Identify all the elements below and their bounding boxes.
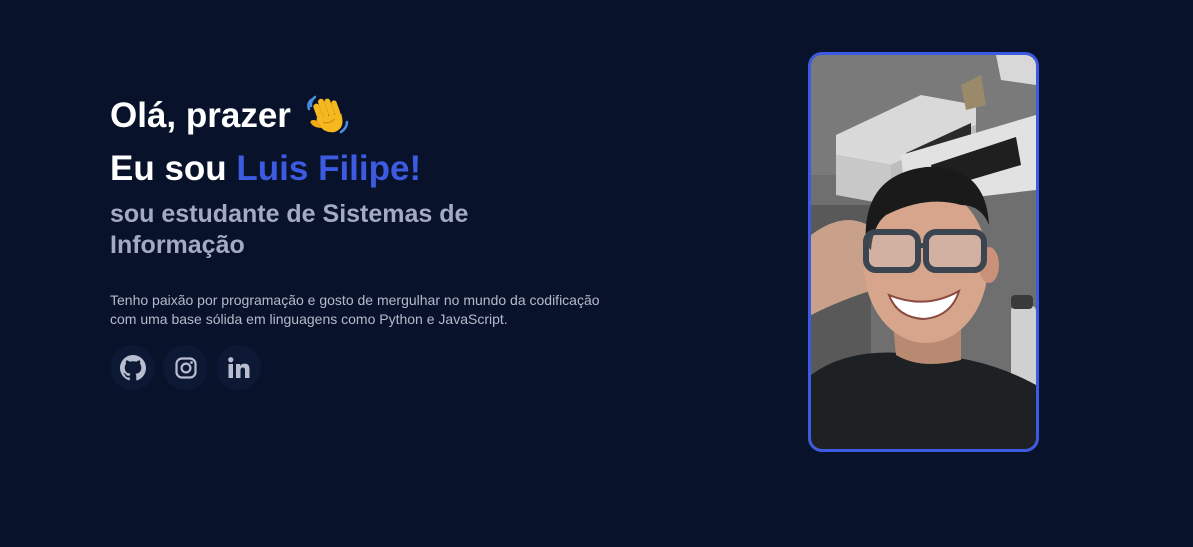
owner-name: Luis Filipe! <box>236 149 422 188</box>
github-link[interactable] <box>110 345 155 390</box>
profile-photo <box>808 52 1039 452</box>
linkedin-icon <box>227 356 249 378</box>
intro-heading: Eu sou Luis Filipe! <box>110 145 630 193</box>
greeting-heading: Olá, prazer <box>110 92 630 140</box>
greeting-text: Olá, prazer <box>110 96 291 135</box>
social-links <box>110 345 630 390</box>
github-icon <box>119 354 146 380</box>
instagram-icon <box>174 356 197 379</box>
headline-prefix: Eu sou <box>110 149 237 188</box>
subtitle: sou estudante de Sistemas de Informação <box>110 200 469 259</box>
linkedin-link[interactable] <box>216 345 261 390</box>
hero-section: Olá, prazer Eu sou Luis Filipe! sou estu… <box>110 92 630 390</box>
profile-photo-illustration <box>811 55 1036 449</box>
bio-paragraph: Tenho paixão por programação e gosto de … <box>110 292 600 327</box>
instagram-link[interactable] <box>163 345 208 390</box>
waving-hand-icon <box>305 94 351 138</box>
